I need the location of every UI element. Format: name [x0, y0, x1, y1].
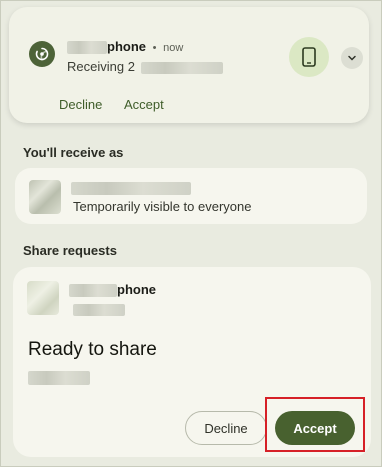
receive-as-heading: You'll receive as — [23, 145, 124, 160]
accept-button[interactable]: Accept — [275, 411, 355, 445]
notification-decline-button[interactable]: Decline — [59, 97, 102, 112]
sender-avatar — [27, 281, 59, 315]
blurred-file-size — [28, 369, 90, 387]
incoming-share-notification[interactable]: phone • now Receiving 2 Decline Accept — [9, 7, 369, 123]
blurred-file-info — [73, 301, 125, 319]
blurred-message-detail — [140, 61, 223, 74]
share-requests-heading: Share requests — [23, 243, 117, 258]
blurred-device-name — [67, 41, 107, 55]
blurred-sender-name — [69, 284, 117, 298]
notification-message-text: Receiving 2 — [67, 59, 135, 74]
receive-as-card: Temporarily visible to everyone — [15, 168, 367, 224]
blurred-avatar — [29, 180, 61, 214]
nearby-share-icon — [29, 41, 55, 67]
separator-dot: • — [152, 42, 157, 54]
share-request-card: phone Ready to share Decline Accept — [13, 267, 371, 457]
visibility-status: Temporarily visible to everyone — [73, 199, 252, 214]
chevron-down-icon — [348, 55, 356, 61]
share-sheet: phone • now Receiving 2 Decline Accept Y… — [0, 0, 382, 467]
blurred-own-device-name — [71, 180, 191, 198]
expand-button[interactable] — [341, 47, 363, 69]
notification-message: Receiving 2 — [67, 59, 223, 74]
decline-button[interactable]: Decline — [185, 411, 267, 445]
phone-icon — [302, 47, 316, 67]
device-name-suffix: phone — [107, 39, 146, 54]
ready-status: Ready to share — [28, 339, 157, 360]
notification-accept-button[interactable]: Accept — [124, 97, 164, 112]
sender-name: phone — [69, 282, 156, 298]
sender-name-suffix: phone — [117, 282, 156, 297]
notification-title: phone • now — [67, 39, 184, 55]
notification-time: now — [163, 42, 184, 54]
device-badge — [289, 37, 329, 77]
